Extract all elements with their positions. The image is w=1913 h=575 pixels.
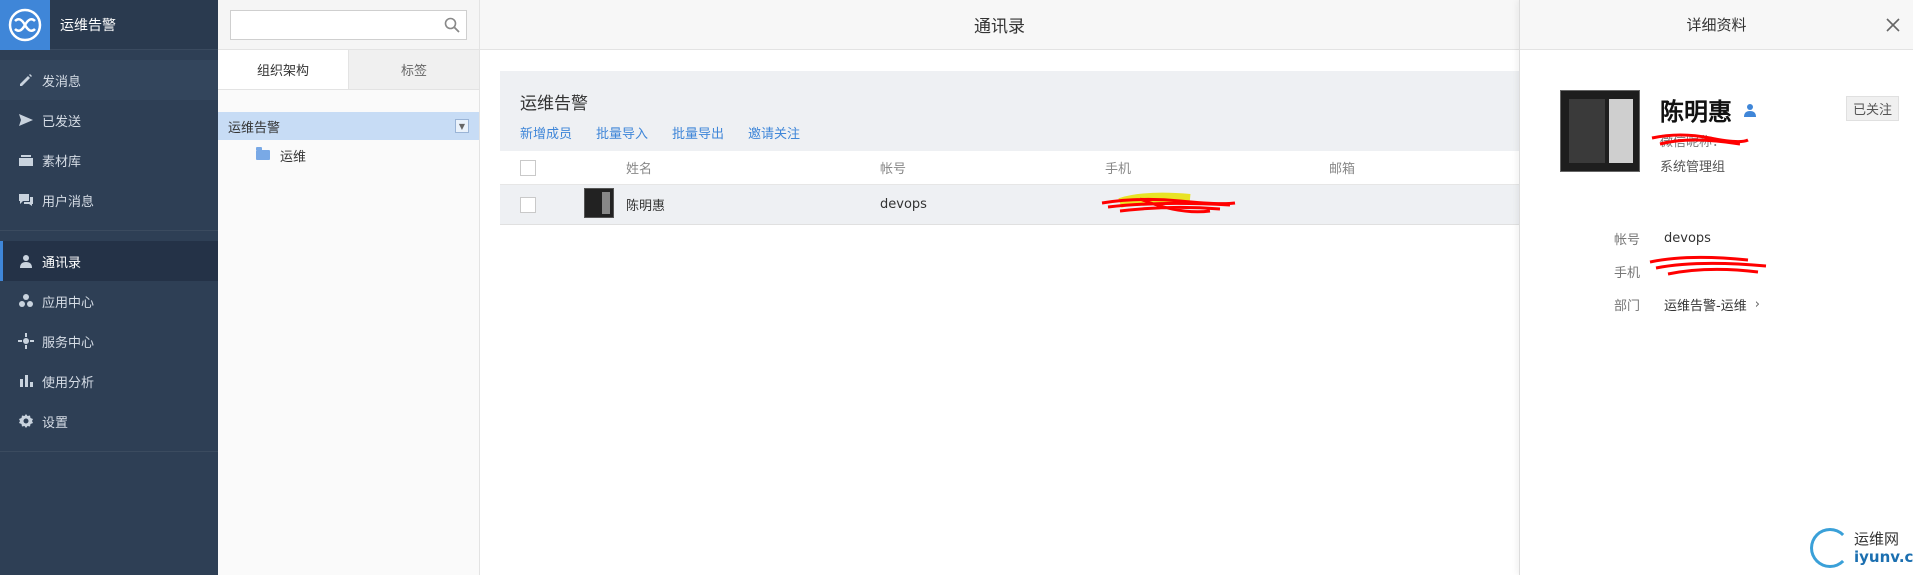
tab-org-structure[interactable]: 组织架构 <box>218 50 349 89</box>
members-table: 姓名 帐号 手机 邮箱 陈明惠 devops <box>500 151 1519 225</box>
contact-icon <box>20 255 32 268</box>
page-header: 通讯录 <box>480 0 1519 50</box>
group-title: 运维告警 <box>520 94 588 114</box>
sidebar-item-label: 使用分析 <box>42 375 95 391</box>
detail-panel: 详细资料 陈明惠 微信昵称： 系统管理组 已关注 帐号 devops 手机 部门… <box>1519 0 1913 575</box>
account-value: devops <box>1664 231 1711 246</box>
sidebar-item-sent[interactable]: 已发送 <box>0 100 218 140</box>
org-panel: 组织架构 标签 运维告警 ▼ 运维 <box>218 0 480 575</box>
column-header-phone: 手机 <box>1105 162 1132 177</box>
nav-group-manage: 通讯录 应用中心 服务中心 使用分析 设置 <box>0 231 218 452</box>
sidebar-item-apps[interactable]: 应用中心 <box>0 281 218 321</box>
tree-node-label: 运维告警 <box>228 120 281 136</box>
sidebar-item-services[interactable]: 服务中心 <box>0 321 218 361</box>
detail-title: 详细资料 <box>1686 16 1747 34</box>
action-links: 新增成员 批量导入 批量导出 邀请关注 <box>520 123 800 142</box>
department-link[interactable]: 运维告警-运维 <box>1664 295 1747 314</box>
apps-icon <box>19 294 33 307</box>
sidebar-item-label: 通讯录 <box>42 255 82 271</box>
tree-node-root[interactable]: 运维告警 ▼ <box>218 112 479 140</box>
avatar <box>584 187 614 218</box>
chevron-right-icon[interactable]: › <box>1755 297 1760 312</box>
sidebar-item-user-messages[interactable]: 用户消息 <box>0 180 218 220</box>
sidebar-item-contacts[interactable]: 通讯录 <box>0 241 218 281</box>
search-box <box>230 9 467 40</box>
watermark-cn: 运维网 <box>1854 530 1900 548</box>
gear-icon <box>19 414 33 428</box>
tree-node-label: 运维 <box>280 149 307 165</box>
bulk-export-link[interactable]: 批量导出 <box>672 123 724 142</box>
org-tree: 运维告警 ▼ 运维 <box>218 90 479 170</box>
row-checkbox[interactable] <box>520 196 536 213</box>
user-icon <box>1744 103 1756 117</box>
nav-group-messages: 发消息 已发送 素材库 用户消息 <box>0 50 218 231</box>
search-input[interactable] <box>231 10 466 39</box>
table-header: 姓名 帐号 手机 邮箱 <box>500 151 1519 185</box>
app-logo-icon <box>0 0 50 50</box>
member-name: 陈明惠 <box>1660 98 1732 126</box>
chat-icon <box>19 194 33 206</box>
sidebar-item-label: 应用中心 <box>42 295 95 311</box>
select-all-checkbox[interactable] <box>520 159 536 176</box>
tab-tags[interactable]: 标签 <box>349 50 479 89</box>
tree-node-child[interactable]: 运维 <box>218 140 479 170</box>
service-icon <box>18 333 34 349</box>
invite-follow-link[interactable]: 邀请关注 <box>748 123 800 142</box>
sidebar-item-analytics[interactable]: 使用分析 <box>0 361 218 401</box>
follow-status-badge: 已关注 <box>1845 96 1899 121</box>
chart-icon <box>20 375 33 387</box>
send-icon <box>19 114 33 126</box>
sidebar-item-label: 服务中心 <box>42 335 95 351</box>
pencil-icon <box>20 74 32 86</box>
redaction-mark <box>1651 133 1749 146</box>
column-header-email: 邮箱 <box>1329 162 1356 177</box>
page-title: 通讯录 <box>974 17 1025 37</box>
cell-account: devops <box>880 197 927 212</box>
account-label: 帐号 <box>1614 233 1641 248</box>
redaction-mark <box>1101 192 1236 214</box>
sidebar: 运维告警 发消息 已发送 素材库 用户消息 通讯录 应用中心 服务中心 使用分析… <box>0 0 218 575</box>
brand-header: 运维告警 <box>0 0 218 50</box>
watermark-en: iyunv.com <box>1854 548 1913 566</box>
watermark-logo: 运维网 iyunv.com <box>1810 528 1913 568</box>
sidebar-item-send-message[interactable]: 发消息 <box>0 60 218 100</box>
sidebar-item-label: 设置 <box>42 415 69 431</box>
sidebar-item-label: 已发送 <box>42 114 82 130</box>
org-tabs: 组织架构 标签 <box>218 50 479 90</box>
column-header-name: 姓名 <box>626 162 653 177</box>
watermark-ring-icon <box>1810 528 1850 568</box>
table-row[interactable]: 陈明惠 devops <box>500 185 1519 225</box>
search-bar <box>218 0 479 50</box>
folder-icon <box>256 147 270 160</box>
member-role: 系统管理组 <box>1660 160 1726 175</box>
detail-header: 详细资料 <box>1520 0 1913 50</box>
sidebar-item-label: 用户消息 <box>42 194 95 210</box>
sidebar-item-label: 素材库 <box>42 154 82 170</box>
sidebar-item-library[interactable]: 素材库 <box>0 140 218 180</box>
bulk-import-link[interactable]: 批量导入 <box>596 123 648 142</box>
close-icon[interactable] <box>1883 15 1903 35</box>
sidebar-item-settings[interactable]: 设置 <box>0 401 218 441</box>
sidebar-item-label: 发消息 <box>42 74 82 90</box>
group-panel: 运维告警 新增成员 批量导入 批量导出 邀请关注 <box>500 71 1519 151</box>
dropdown-arrow-icon[interactable]: ▼ <box>455 119 469 133</box>
library-icon <box>19 155 33 166</box>
avatar <box>1560 90 1640 172</box>
main-content: 运维告警 新增成员 批量导入 批量导出 邀请关注 姓名 帐号 手机 邮箱 陈明惠… <box>480 51 1519 575</box>
search-icon[interactable] <box>444 17 460 33</box>
redaction-mark <box>1649 255 1767 276</box>
cell-name: 陈明惠 <box>626 199 666 214</box>
column-header-account: 帐号 <box>880 162 907 177</box>
add-member-link[interactable]: 新增成员 <box>520 123 572 142</box>
app-title: 运维告警 <box>60 17 116 34</box>
department-label: 部门 <box>1614 299 1641 314</box>
